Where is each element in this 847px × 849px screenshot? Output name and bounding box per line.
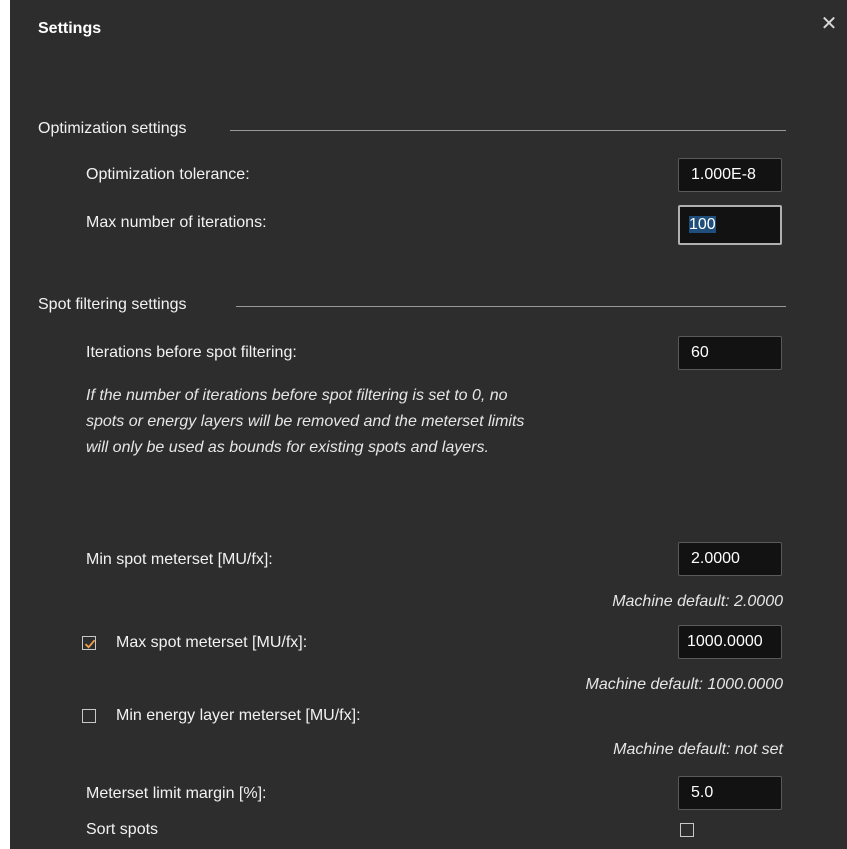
max-iterations-input[interactable]: 100 <box>678 205 782 245</box>
max-spot-meterset-input[interactable]: 1000.0000 <box>678 625 782 659</box>
sort-spots-label: Sort spots <box>86 821 159 838</box>
settings-panel: Settings ✕ Optimization settings Optimiz… <box>10 0 847 849</box>
iterations-before-filtering-input[interactable]: 60 <box>678 336 782 370</box>
min-energy-machine-default: Machine default: not set <box>613 741 783 758</box>
sort-spots-checkbox[interactable] <box>680 823 694 837</box>
max-iterations-label: Max number of iterations: <box>86 214 267 231</box>
iterations-before-filtering-label: Iterations before spot filtering: <box>86 344 297 361</box>
min-energy-layer-checkbox[interactable] <box>82 709 96 723</box>
optimization-section-title: Optimization settings <box>38 120 187 137</box>
tolerance-input[interactable]: 1.000E-8 <box>678 158 782 192</box>
max-spot-meterset-checkbox[interactable] <box>82 636 96 650</box>
close-icon[interactable]: ✕ <box>817 12 841 36</box>
min-spot-meterset-label: Min spot meterset [MU/fx]: <box>86 551 273 568</box>
min-spot-machine-default: Machine default: 2.0000 <box>612 593 783 610</box>
min-energy-layer-label: Min energy layer meterset [MU/fx]: <box>116 707 361 724</box>
dialog-title: Settings <box>38 20 102 37</box>
meterset-limit-margin-input[interactable]: 5.0 <box>678 776 782 810</box>
spot-filtering-note: If the number of iterations before spot … <box>86 387 525 456</box>
section-divider <box>236 306 786 307</box>
section-divider <box>230 130 786 131</box>
settings-dialog: Settings ✕ Optimization settings Optimiz… <box>0 0 847 849</box>
checkmark-icon <box>84 639 96 649</box>
tolerance-label: Optimization tolerance: <box>86 166 250 183</box>
spot-filtering-section-title: Spot filtering settings <box>38 296 187 313</box>
min-spot-meterset-input[interactable]: 2.0000 <box>678 542 782 576</box>
max-spot-machine-default: Machine default: 1000.0000 <box>585 676 783 693</box>
meterset-limit-margin-label: Meterset limit margin [%]: <box>86 785 267 802</box>
max-spot-meterset-label: Max spot meterset [MU/fx]: <box>116 634 308 651</box>
